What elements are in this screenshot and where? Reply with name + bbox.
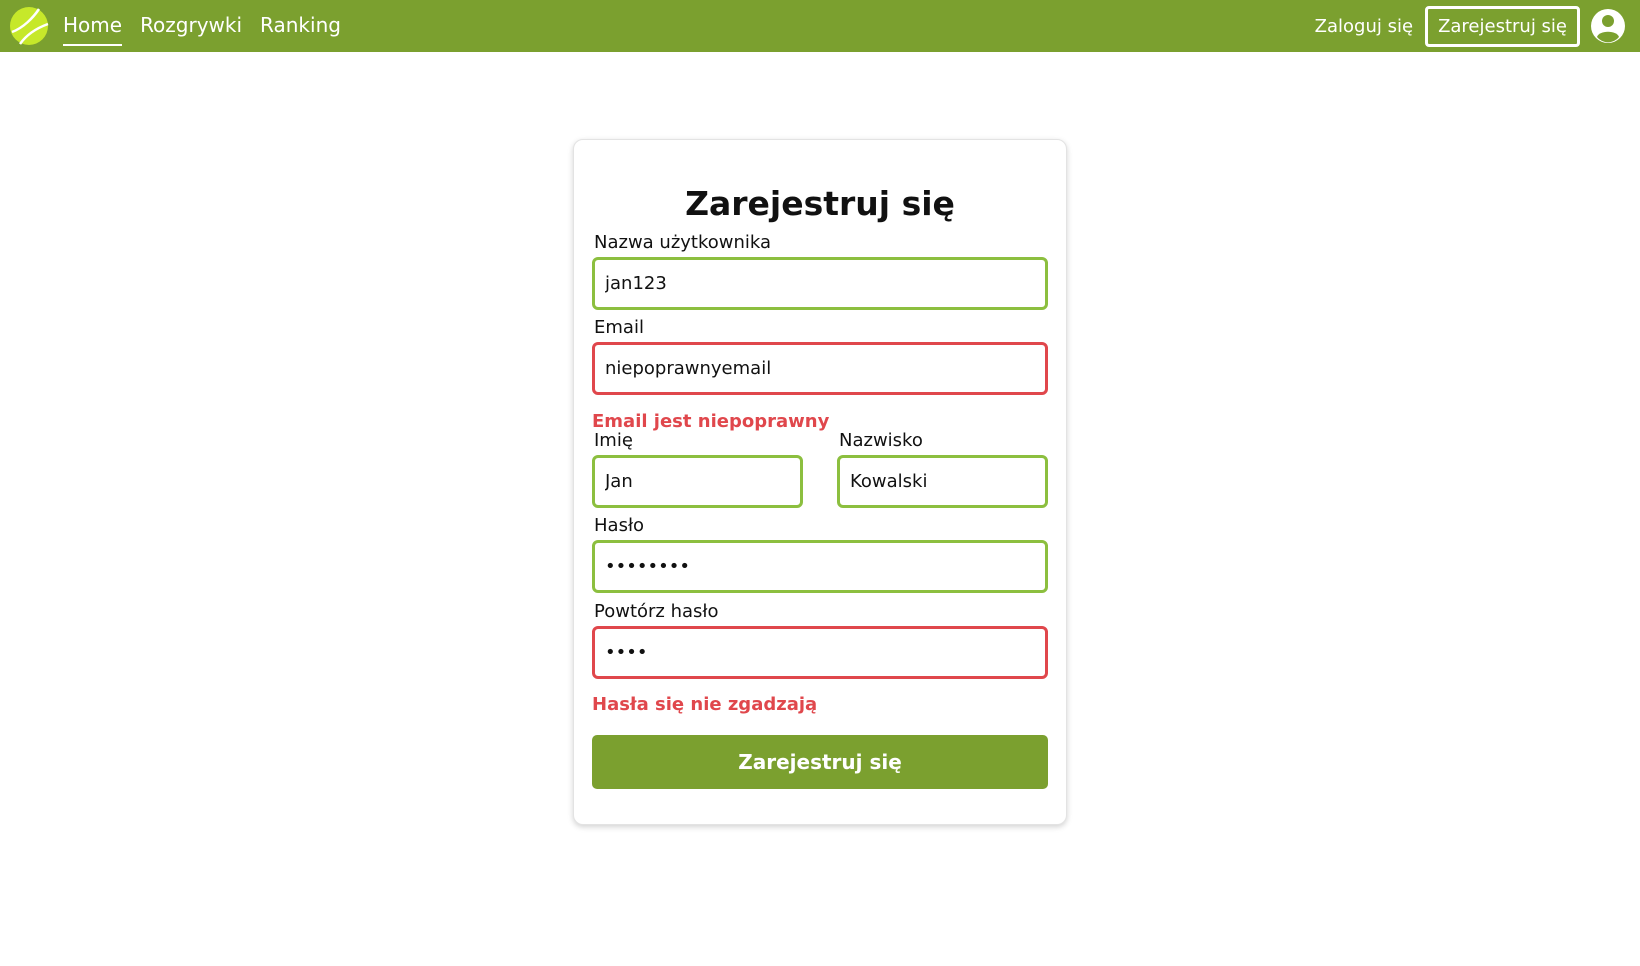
tennis-ball-logo-icon[interactable]: [9, 6, 49, 46]
password-label: Hasło: [594, 515, 645, 536]
register-nav-button[interactable]: Zarejestruj się: [1425, 5, 1580, 47]
submit-register-button[interactable]: Zarejestruj się: [592, 735, 1048, 789]
username-input[interactable]: [592, 257, 1048, 310]
nav-link-home[interactable]: Home: [63, 12, 123, 46]
password-repeat-label: Powtórz hasło: [594, 601, 719, 622]
last-name-label: Nazwisko: [839, 430, 923, 451]
email-label: Email: [594, 317, 644, 338]
nav-account-area: Zaloguj się Zarejestruj się: [1315, 0, 1626, 52]
form-title: Zarejestruj się: [685, 184, 955, 223]
password-repeat-input[interactable]: [592, 626, 1048, 679]
password-mismatch-error: Hasła się nie zgadzają: [592, 694, 818, 715]
first-name-input[interactable]: [592, 455, 803, 508]
username-label: Nazwa użytkownika: [594, 232, 772, 253]
password-input[interactable]: [592, 540, 1048, 593]
login-link[interactable]: Zaloguj się: [1315, 16, 1413, 37]
first-name-label: Imię: [594, 430, 633, 451]
nav-link-rozgrywki[interactable]: Rozgrywki: [140, 12, 242, 40]
register-form-card: Zarejestruj się Nazwa użytkownika Email …: [573, 139, 1067, 825]
last-name-input[interactable]: [837, 455, 1048, 508]
main-nav: Home Rozgrywki Ranking: [63, 0, 359, 52]
email-error-message: Email jest niepoprawny: [592, 411, 830, 432]
user-account-icon[interactable]: [1590, 8, 1626, 44]
nav-link-ranking[interactable]: Ranking: [260, 12, 341, 40]
top-navbar: Home Rozgrywki Ranking Zaloguj się Zarej…: [0, 0, 1640, 52]
email-input[interactable]: [592, 342, 1048, 395]
